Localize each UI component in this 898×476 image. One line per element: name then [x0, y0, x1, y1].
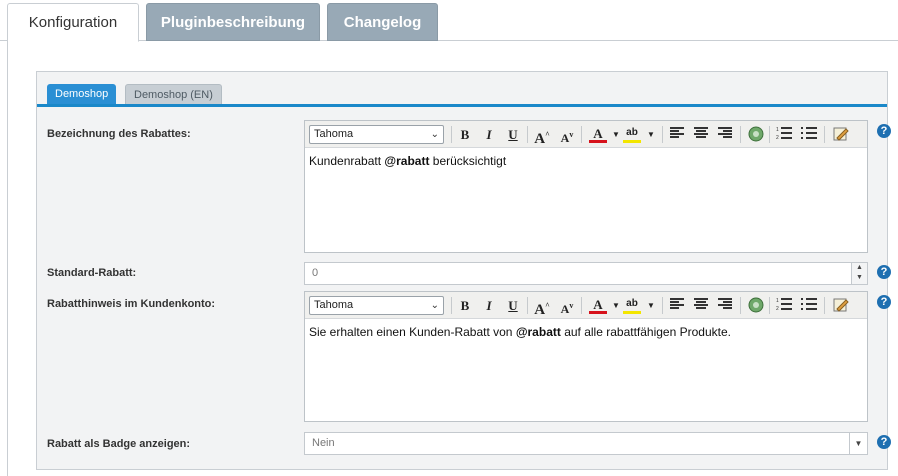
svg-text:2: 2: [776, 306, 779, 311]
highlight-dropdown-icon[interactable]: ▼: [642, 297, 660, 315]
text-color-icon[interactable]: A: [589, 297, 607, 314]
align-left-icon[interactable]: [668, 297, 686, 315]
shop-tab-bar: Demoshop Demoshop (EN): [37, 82, 887, 107]
toolbar-separator: [451, 297, 452, 314]
account-hint-label: Rabatthinweis im Kundenkonto:: [47, 298, 216, 310]
source-edit-icon[interactable]: [832, 126, 850, 144]
toolbar-separator: [581, 297, 582, 314]
svg-text:2: 2: [776, 135, 779, 140]
align-center-icon[interactable]: [692, 126, 710, 144]
config-panel: Demoshop Demoshop (EN) Bezeichnung des R…: [36, 71, 891, 470]
svg-text:1: 1: [776, 127, 779, 133]
insert-image-icon[interactable]: [747, 126, 765, 144]
help-icon[interactable]: ?: [877, 435, 891, 449]
toolbar-separator: [527, 297, 528, 314]
highlight-color-icon[interactable]: ab: [623, 126, 641, 143]
align-center-icon[interactable]: [692, 297, 710, 315]
unordered-list-icon[interactable]: [800, 297, 818, 315]
bold-icon[interactable]: B: [456, 126, 474, 144]
discount-name-text[interactable]: Kundenrabatt @rabatt berücksichtigt: [305, 148, 867, 174]
help-icon[interactable]: ?: [877, 295, 891, 309]
toolbar-separator: [662, 126, 663, 143]
bold-icon[interactable]: B: [456, 297, 474, 315]
account-hint-editor: Tahoma ⌄ B I U A^ Av A ▼ ab ▼ 1 2 Sie er…: [304, 291, 868, 422]
svg-text:1: 1: [776, 298, 779, 304]
discount-name-editor: Tahoma ⌄ B I U A^ Av A ▼ ab ▼ 1 2 Kunden…: [304, 120, 868, 253]
toolbar-separator: [581, 126, 582, 143]
shop-tab-demoshop[interactable]: Demoshop: [47, 84, 117, 104]
toolbar-separator: [824, 126, 825, 143]
toolbar-separator: [824, 297, 825, 314]
editor-toolbar: Tahoma ⌄ B I U A^ Av A ▼ ab ▼ 1 2: [305, 292, 867, 319]
align-right-icon[interactable]: [716, 126, 734, 144]
toolbar-separator: [740, 297, 741, 314]
toolbar-separator: [740, 126, 741, 143]
font-size-decrease-icon[interactable]: Av: [558, 126, 576, 145]
discount-name-label: Bezeichnung des Rabattes:: [47, 128, 191, 140]
toolbar-separator: [662, 297, 663, 314]
chevron-up-icon[interactable]: ▲: [852, 263, 867, 273]
italic-icon[interactable]: I: [480, 126, 498, 144]
highlight-dropdown-icon[interactable]: ▼: [642, 126, 660, 144]
font-family-select[interactable]: Tahoma ⌄: [309, 125, 444, 144]
chevron-down-icon: ⌄: [430, 300, 439, 311]
help-icon[interactable]: ?: [877, 124, 891, 138]
underline-icon[interactable]: U: [504, 297, 522, 315]
standard-discount-label: Standard-Rabatt:: [47, 267, 137, 279]
toolbar-separator: [769, 126, 770, 143]
underline-icon[interactable]: U: [504, 126, 522, 144]
help-icon[interactable]: ?: [877, 265, 891, 279]
tab-pluginbeschreibung[interactable]: Pluginbeschreibung: [146, 3, 320, 41]
insert-image-icon[interactable]: [747, 297, 765, 315]
text-color-icon[interactable]: A: [589, 126, 607, 143]
account-hint-text[interactable]: Sie erhalten einen Kunden-Rabatt von @ra…: [305, 319, 867, 345]
align-right-icon[interactable]: [716, 297, 734, 315]
unordered-list-icon[interactable]: [800, 126, 818, 144]
tab-konfiguration[interactable]: Konfiguration: [7, 3, 139, 42]
editor-toolbar: Tahoma ⌄ B I U A^ Av A ▼ ab ▼ 1 2: [305, 121, 867, 148]
font-size-increase-icon[interactable]: A^: [533, 297, 551, 318]
italic-icon[interactable]: I: [480, 297, 498, 315]
chevron-down-icon: ⌄: [430, 129, 439, 140]
standard-discount-input[interactable]: 0 ▲ ▼: [304, 262, 868, 285]
align-left-icon[interactable]: [668, 126, 686, 144]
source-edit-icon[interactable]: [832, 297, 850, 315]
highlight-color-icon[interactable]: ab: [623, 297, 641, 314]
tab-changelog[interactable]: Changelog: [327, 3, 438, 41]
font-size-increase-icon[interactable]: A^: [533, 126, 551, 147]
chevron-down-icon[interactable]: ▼: [852, 273, 867, 283]
ordered-list-icon[interactable]: 12: [775, 297, 793, 315]
chevron-down-icon[interactable]: ▼: [849, 433, 867, 454]
font-family-select[interactable]: Tahoma ⌄: [309, 296, 444, 315]
toolbar-separator: [769, 297, 770, 314]
number-stepper[interactable]: ▲ ▼: [851, 263, 867, 284]
shop-tab-demoshop-en[interactable]: Demoshop (EN): [125, 84, 222, 104]
badge-label: Rabatt als Badge anzeigen:: [47, 438, 191, 450]
ordered-list-icon[interactable]: 12: [775, 126, 793, 144]
toolbar-separator: [451, 126, 452, 143]
font-size-decrease-icon[interactable]: Av: [558, 297, 576, 316]
badge-select[interactable]: Nein ▼: [304, 432, 868, 455]
top-tab-bar: Konfiguration Pluginbeschreibung Changel…: [0, 0, 898, 42]
toolbar-separator: [527, 126, 528, 143]
